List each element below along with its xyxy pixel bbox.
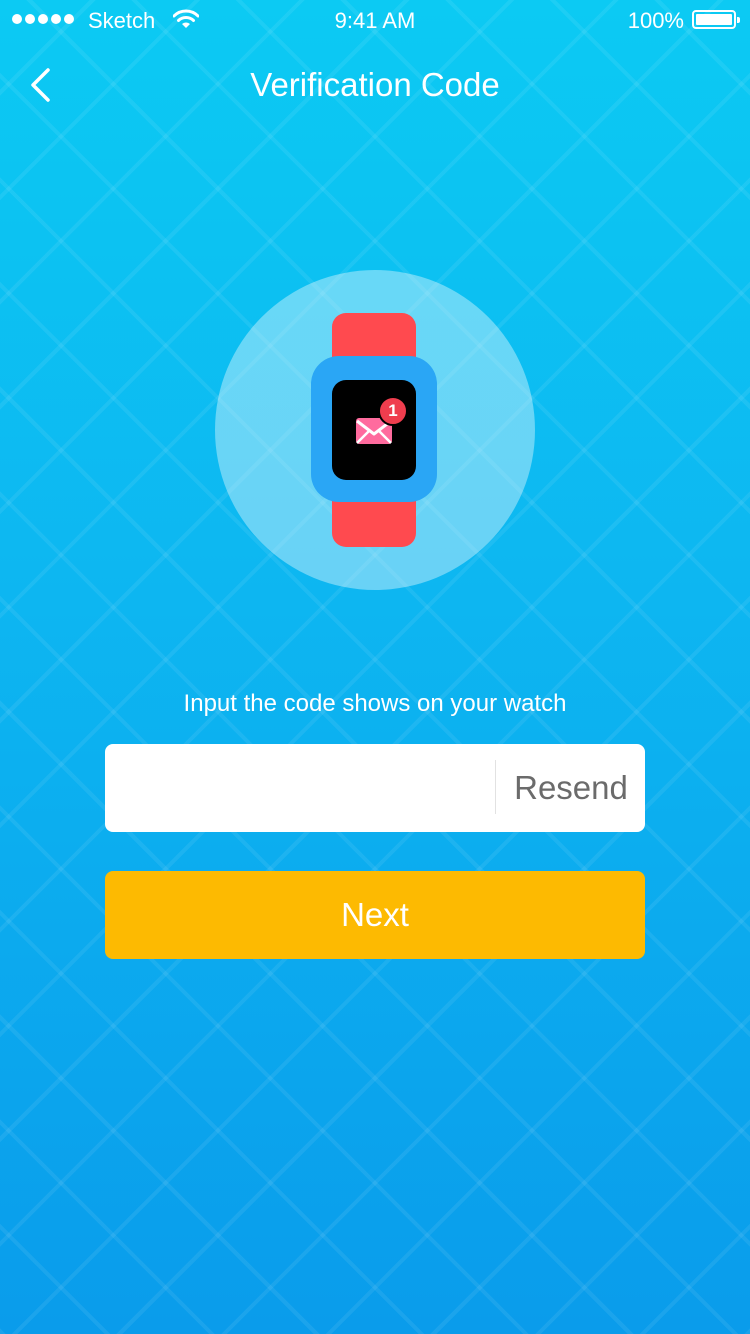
next-button[interactable]: Next bbox=[105, 871, 645, 959]
verification-code-input[interactable] bbox=[125, 760, 489, 818]
status-bar: Sketch 9:41 AM 100% bbox=[0, 0, 750, 40]
verification-code-field: Resend bbox=[105, 744, 645, 832]
field-divider bbox=[495, 760, 496, 814]
page-title: Verification Code bbox=[250, 66, 500, 103]
battery-icon bbox=[692, 10, 740, 29]
battery-percentage: 100% bbox=[627, 8, 684, 33]
notification-badge: 1 bbox=[378, 396, 408, 426]
resend-button[interactable]: Resend bbox=[497, 744, 645, 832]
instruction-text: Input the code shows on your watch bbox=[183, 690, 567, 717]
